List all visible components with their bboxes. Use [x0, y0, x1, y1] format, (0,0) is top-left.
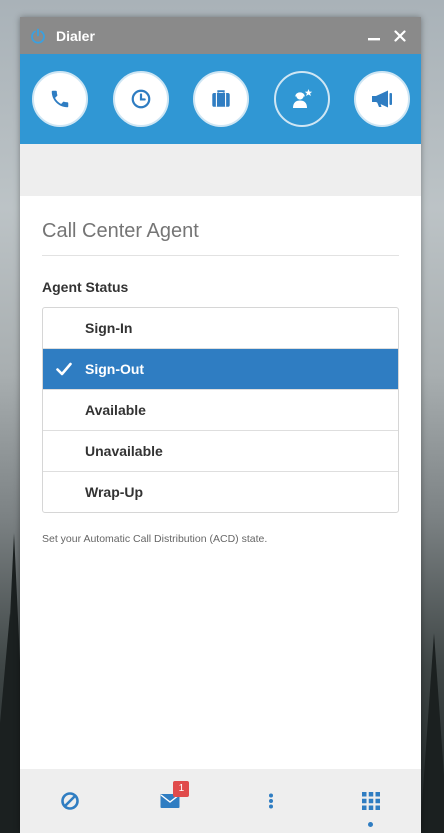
title-bar: Dialer	[20, 17, 421, 54]
power-icon[interactable]	[30, 28, 46, 44]
message-count-badge: 1	[173, 781, 190, 797]
broadcast-button[interactable]	[354, 71, 410, 127]
keypad-icon	[361, 792, 380, 810]
status-option-available[interactable]: Available	[43, 389, 398, 430]
status-option-sign-out[interactable]: Sign-Out	[43, 348, 398, 389]
more-vertical-icon	[268, 793, 273, 809]
phone-button[interactable]	[32, 71, 88, 127]
briefcase-icon	[212, 90, 230, 107]
agent-status-list: Sign-In Sign-Out Available Unavailable W…	[42, 307, 399, 513]
checkmark-icon	[56, 362, 72, 376]
agent-button[interactable]	[273, 71, 330, 127]
info-band	[20, 144, 421, 196]
phone-icon	[51, 90, 69, 108]
window-title: Dialer	[56, 27, 95, 44]
status-check-slot	[43, 362, 85, 376]
minimize-icon	[368, 37, 380, 40]
status-option-label: Sign-Out	[85, 361, 145, 377]
bottom-nav: 1	[20, 769, 421, 833]
close-button[interactable]	[389, 25, 411, 47]
close-icon	[394, 29, 406, 42]
history-button[interactable]	[112, 71, 169, 127]
status-option-sign-in[interactable]: Sign-In	[43, 308, 398, 348]
dialer-toolbar	[20, 54, 421, 144]
status-option-label: Unavailable	[85, 443, 163, 459]
page-title: Call Center Agent	[42, 196, 399, 256]
agent-status-label: Agent Status	[42, 279, 129, 295]
status-option-label: Available	[85, 402, 146, 418]
messages-button[interactable]: 1	[145, 781, 195, 821]
block-icon	[61, 792, 79, 810]
dialer-window: Dialer Call Center Agent Agent Status Si…	[20, 17, 421, 833]
status-option-unavailable[interactable]: Unavailable	[43, 430, 398, 471]
status-option-wrap-up[interactable]: Wrap-Up	[43, 471, 398, 512]
active-indicator-dot	[368, 822, 374, 827]
tree-shape	[420, 633, 444, 833]
clock-icon	[131, 89, 150, 109]
briefcase-button[interactable]	[193, 71, 249, 127]
minimize-button[interactable]	[363, 25, 385, 47]
do-not-disturb-button[interactable]	[45, 781, 95, 821]
more-button[interactable]	[246, 781, 296, 821]
keypad-button[interactable]	[346, 781, 396, 827]
agent-star-icon	[292, 89, 312, 108]
status-option-label: Sign-In	[85, 320, 133, 336]
agent-panel: Call Center Agent Agent Status Sign-In S…	[20, 196, 421, 769]
megaphone-icon	[372, 90, 392, 108]
status-option-label: Wrap-Up	[85, 484, 144, 500]
acd-hint-text: Set your Automatic Call Distribution (AC…	[42, 533, 268, 545]
